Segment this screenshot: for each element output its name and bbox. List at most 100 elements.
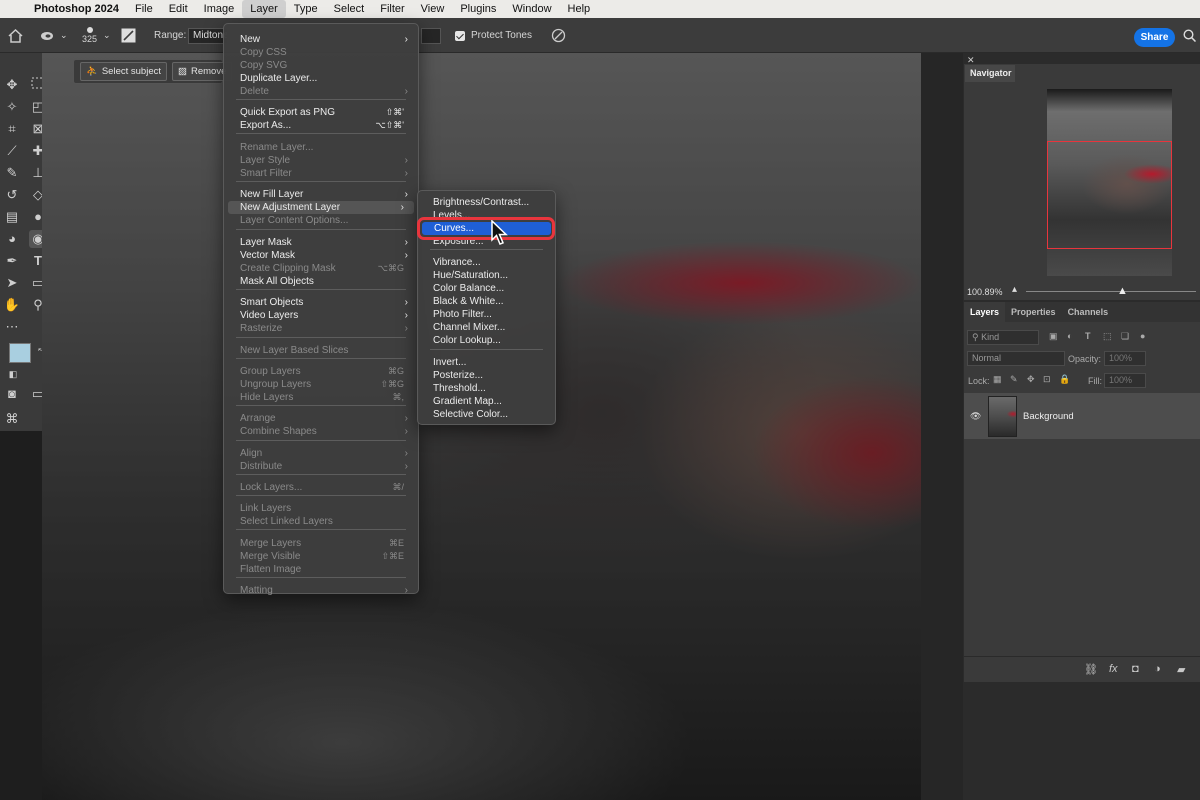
menu-item-label: Rename Layer...: [240, 142, 314, 153]
filter-type-icon[interactable]: T: [1085, 331, 1091, 341]
layer-filter-select[interactable]: ⚲ Kind: [967, 330, 1039, 345]
layer-menu-item-smart-objects[interactable]: Smart Objects ›: [224, 296, 418, 309]
tab-properties[interactable]: Properties: [1005, 302, 1062, 322]
foreground-color-swatch[interactable]: [9, 343, 31, 363]
add-mask-icon[interactable]: ◘: [1132, 663, 1139, 675]
tab-channels[interactable]: Channels: [1062, 302, 1115, 322]
filter-smart-object-icon[interactable]: ❏: [1121, 331, 1129, 342]
adjustment-item-color-balance[interactable]: Color Balance...: [418, 282, 555, 295]
home-icon[interactable]: [8, 18, 23, 53]
chevron-down-icon[interactable]: ⌄: [103, 18, 111, 53]
protect-tones-checkbox[interactable]: Protect Tones: [455, 18, 532, 53]
menu-help[interactable]: Help: [560, 0, 599, 18]
menu-edit[interactable]: Edit: [161, 0, 196, 18]
layer-menu-item-new[interactable]: New ›: [224, 33, 418, 46]
brush-tool-icon[interactable]: ✎: [3, 164, 21, 182]
sponge-tool-preset-icon[interactable]: [40, 18, 54, 53]
path-select-tool-icon[interactable]: ➤: [3, 274, 21, 292]
chevron-down-icon[interactable]: ⌄: [60, 18, 68, 53]
pen-tool-icon[interactable]: ✒: [3, 252, 21, 270]
filter-shape-icon[interactable]: ⬚: [1103, 331, 1112, 342]
layer-menu-item-vector-mask[interactable]: Vector Mask ›: [224, 249, 418, 262]
annotation-highlight-ring: [417, 217, 555, 240]
range-select[interactable]: Midtones: [188, 27, 228, 44]
adjustment-item-black-white[interactable]: Black & White...: [418, 295, 555, 308]
lock-position-icon[interactable]: ✥: [1027, 374, 1035, 385]
opacity-field[interactable]: 100%: [1104, 351, 1146, 366]
object-select-tool-icon[interactable]: ✧: [3, 98, 21, 116]
lock-paint-icon[interactable]: ✎: [1010, 374, 1018, 385]
hand-tool-icon[interactable]: ✋: [3, 296, 21, 314]
exposure-field[interactable]: [421, 27, 441, 44]
layer-menu-item-layer-mask[interactable]: Layer Mask ›: [224, 236, 418, 249]
brush-size-picker[interactable]: 325: [82, 18, 97, 53]
menu-filter[interactable]: Filter: [372, 0, 412, 18]
select-subject-button[interactable]: ⛹ Select subject: [80, 62, 167, 81]
adjustment-item-posterize[interactable]: Posterize...: [418, 369, 555, 382]
tab-layers[interactable]: Layers: [964, 302, 1006, 322]
menu-select[interactable]: Select: [326, 0, 373, 18]
navigator-view-box[interactable]: [1047, 141, 1172, 249]
menu-layer[interactable]: Layer: [242, 0, 286, 18]
link-layers-icon[interactable]: ⛓: [1084, 663, 1098, 676]
adjustment-item-invert[interactable]: Invert...: [418, 356, 555, 369]
layer-menu-item-mask-all-objects[interactable]: Mask All Objects: [224, 275, 418, 288]
filter-toggle-icon[interactable]: ●: [1140, 331, 1145, 341]
generative-edit-icon[interactable]: ⌘: [3, 410, 21, 428]
layer-name[interactable]: Background: [1023, 411, 1074, 422]
filter-pixel-icon[interactable]: ▣: [1049, 331, 1058, 342]
layer-menu-item-quick-export-as-png[interactable]: Quick Export as PNG ⇧⌘': [224, 106, 418, 119]
adjustment-item-hue-saturation[interactable]: Hue/Saturation...: [418, 269, 555, 282]
default-colors-icon[interactable]: ◧: [4, 365, 22, 383]
quick-mask-icon[interactable]: ◙: [3, 385, 21, 403]
adjustment-item-color-lookup[interactable]: Color Lookup...: [418, 334, 555, 347]
adjustment-item-gradient-map[interactable]: Gradient Map...: [418, 395, 555, 408]
blend-mode-select[interactable]: Normal: [967, 351, 1065, 366]
menu-type[interactable]: Type: [286, 0, 326, 18]
filter-adjustment-icon[interactable]: ◐: [1067, 331, 1072, 341]
menu-window[interactable]: Window: [504, 0, 559, 18]
app-name-menu[interactable]: Photoshop 2024: [30, 0, 127, 18]
adjustment-item-threshold[interactable]: Threshold...: [418, 382, 555, 395]
more-tools-icon[interactable]: ⋯: [3, 318, 21, 336]
zoom-slider-track[interactable]: [1026, 291, 1196, 292]
adjustment-item-selective-color[interactable]: Selective Color...: [418, 408, 555, 421]
menu-file[interactable]: File: [127, 0, 161, 18]
lock-all-icon[interactable]: 🔒: [1059, 374, 1070, 385]
share-button[interactable]: Share: [1134, 28, 1175, 47]
eyedropper-tool-icon[interactable]: ⟋: [3, 142, 21, 160]
menu-image[interactable]: Image: [196, 0, 243, 18]
layer-menu-item-export-as[interactable]: Export As... ⌥⇧⌘': [224, 119, 418, 132]
dodge-tool-icon[interactable]: ◕: [3, 230, 21, 248]
fill-field[interactable]: 100%: [1104, 373, 1146, 388]
layer-thumbnail[interactable]: [988, 396, 1017, 437]
move-tool-icon[interactable]: ✥: [3, 76, 21, 94]
layer-menu-item-duplicate-layer[interactable]: Duplicate Layer...: [224, 72, 418, 85]
adjustment-item-channel-mixer[interactable]: Channel Mixer...: [418, 321, 555, 334]
crop-tool-icon[interactable]: ⌗: [3, 120, 21, 138]
pressure-size-icon[interactable]: [551, 18, 566, 53]
menu-view[interactable]: View: [413, 0, 453, 18]
menu-plugins[interactable]: Plugins: [452, 0, 504, 18]
search-icon[interactable]: [1183, 18, 1196, 53]
adjustment-item-photo-filter[interactable]: Photo Filter...: [418, 308, 555, 321]
layer-menu-item-new-fill-layer[interactable]: New Fill Layer ›: [224, 188, 418, 201]
adjustment-layer-icon[interactable]: ◑: [1154, 663, 1161, 675]
layer-menu-item-new-adjustment-layer[interactable]: New Adjustment Layer ›: [228, 201, 414, 214]
lock-transparent-icon[interactable]: ▦: [993, 374, 1002, 385]
layer-menu-item-video-layers[interactable]: Video Layers ›: [224, 309, 418, 322]
fx-icon[interactable]: fx: [1109, 663, 1118, 675]
document-image[interactable]: [42, 53, 921, 800]
lock-artboard-icon[interactable]: ⊡: [1043, 374, 1051, 385]
zoom-out-icon[interactable]: ▴: [1012, 284, 1017, 295]
brush-settings-icon[interactable]: [121, 18, 136, 53]
tab-navigator[interactable]: Navigator: [965, 65, 1015, 82]
adjustment-item-vibrance[interactable]: Vibrance...: [418, 256, 555, 269]
gradient-tool-icon[interactable]: ▤: [3, 208, 21, 226]
zoom-slider-handle[interactable]: ▲: [1117, 285, 1128, 297]
eye-visibility-icon[interactable]: 👁: [970, 411, 981, 422]
zoom-value[interactable]: 100.89%: [967, 287, 1003, 297]
new-group-icon[interactable]: ▰: [1177, 663, 1185, 676]
history-brush-tool-icon[interactable]: ↺: [3, 186, 21, 204]
adjustment-item-brightness-contrast[interactable]: Brightness/Contrast...: [418, 196, 555, 209]
